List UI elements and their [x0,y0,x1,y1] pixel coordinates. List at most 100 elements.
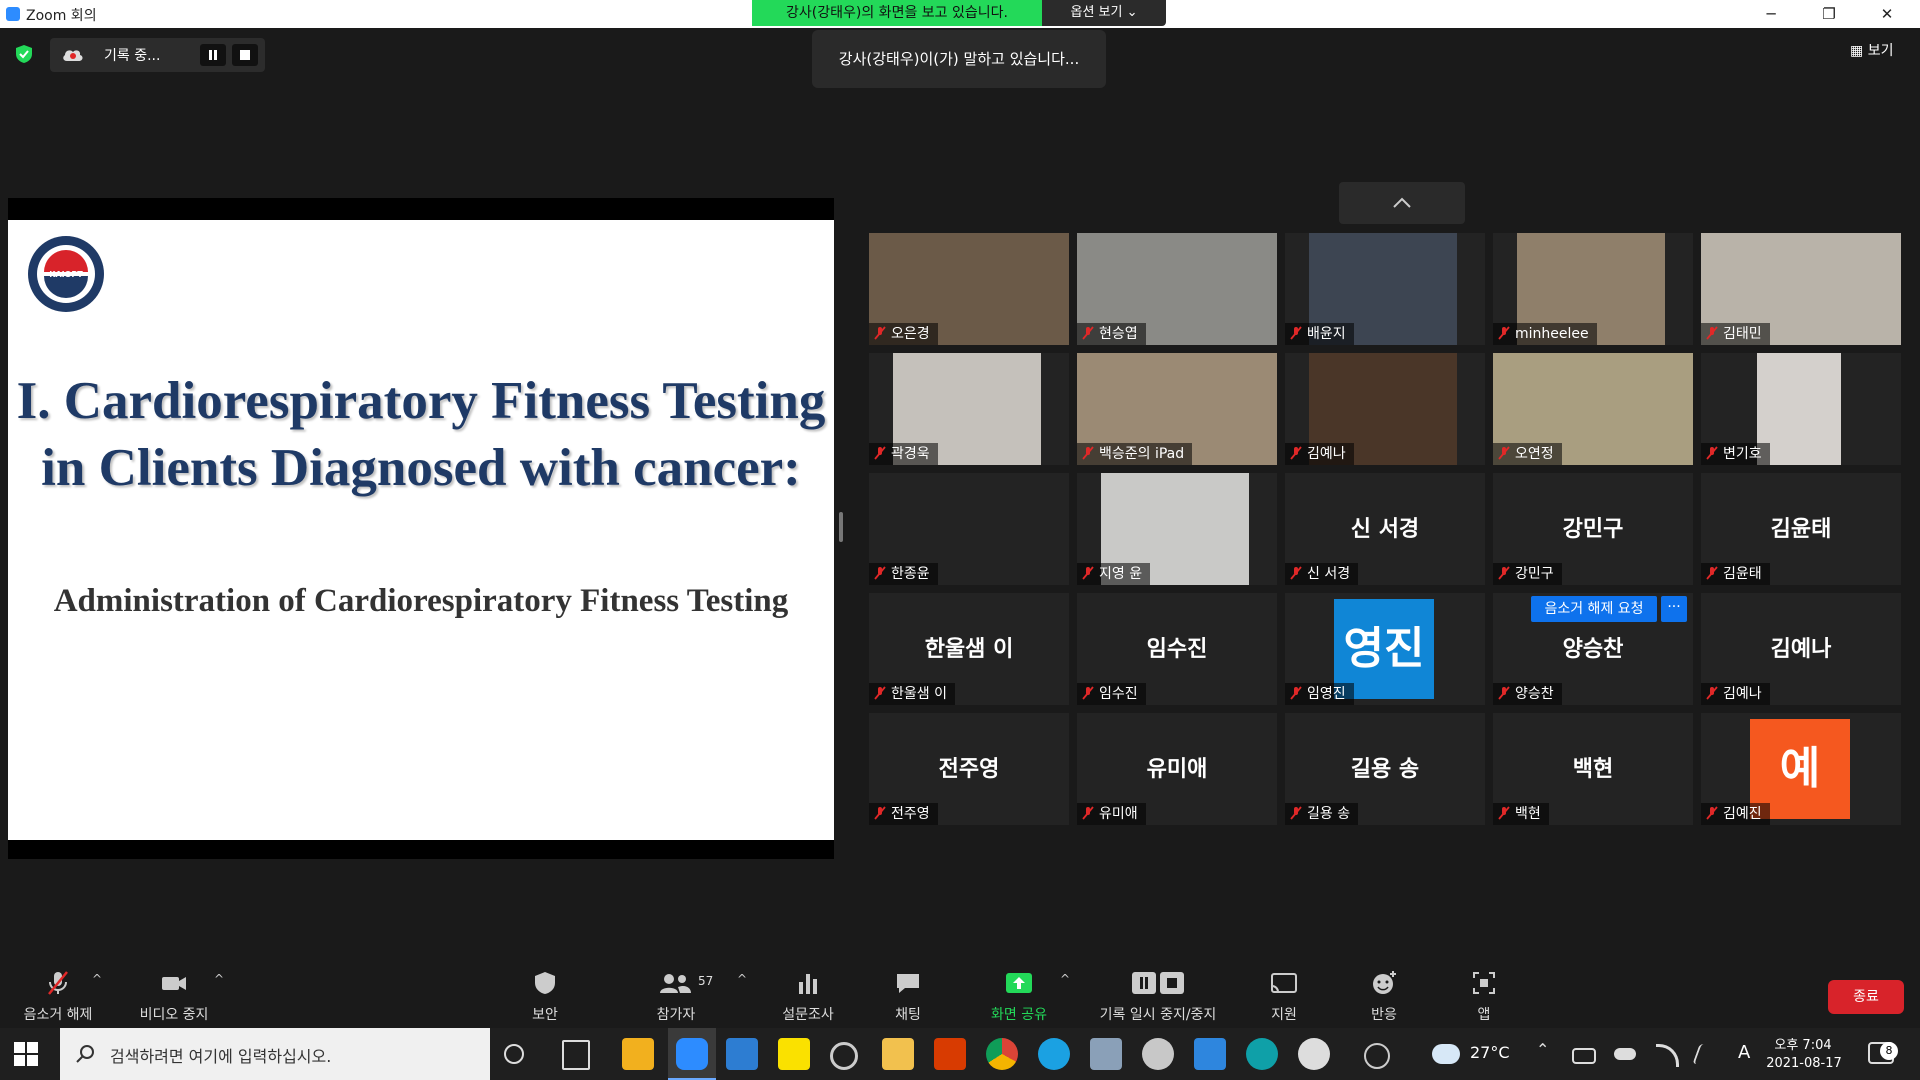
chrome-icon[interactable] [986,1038,1018,1070]
muted-mic-icon [1498,326,1510,340]
participant-tile[interactable]: 지영 윤 [1077,473,1277,585]
settings-gear-icon[interactable] [830,1042,858,1070]
participant-tile[interactable]: 김태민 [1701,233,1901,345]
weather-cloud-icon[interactable] [1432,1044,1460,1064]
office-icon[interactable] [934,1038,966,1070]
internet-explorer-icon[interactable] [1038,1038,1070,1070]
muted-mic-icon [1498,566,1510,580]
battery-icon[interactable] [1572,1048,1596,1064]
participant-name-label: 백현 [1493,803,1549,825]
participant-tile[interactable]: 유미애 유미애 [1077,713,1277,825]
more-options-button[interactable]: ··· [1661,596,1687,622]
taskbar-search-box[interactable]: 검색하려면 여기에 입력하십시오. [60,1028,490,1080]
participant-display-name: 임수진 [1146,637,1208,662]
close-button[interactable]: ✕ [1864,0,1910,28]
kakaotalk-icon[interactable] [778,1038,810,1070]
encryption-shield-icon[interactable] [14,44,34,64]
muted-mic-icon [1290,446,1302,460]
participants-button[interactable]: 참가자 [636,960,716,1028]
participant-tile[interactable]: 길용 송 길용 송 [1285,713,1485,825]
zoom-taskbar-icon[interactable] [668,1028,716,1080]
participant-display-name: 김윤태 [1770,517,1832,542]
participant-display-name: 전주영 [938,757,1000,782]
participant-tile[interactable]: 영진 임영진 [1285,593,1485,705]
participant-tile[interactable]: 김윤태 김윤태 [1701,473,1901,585]
participant-tile[interactable]: 현승엽 [1077,233,1277,345]
people-icon[interactable] [1364,1043,1390,1069]
paint-icon[interactable] [1142,1038,1174,1070]
chat-label: 채팅 [895,1007,921,1023]
search-icon [76,1045,94,1063]
participant-tile[interactable]: 배윤지 [1285,233,1485,345]
support-button[interactable]: 지원 [1244,960,1324,1028]
stop-recording-button[interactable] [232,44,258,66]
participant-tile[interactable]: 오은경 [869,233,1069,345]
participant-display-name: 백현 [1572,757,1614,782]
clock-date[interactable]: 2021-08-17 [1766,1056,1842,1071]
input-method-indicator[interactable]: A [1738,1042,1750,1063]
onedrive-cloud-icon[interactable] [1614,1048,1636,1060]
restore-button[interactable]: ❐ [1806,0,1852,28]
participant-display-name: 길용 송 [1350,757,1420,782]
stop-video-label: 비디오 중지 [139,1007,209,1023]
app-icon-gallery[interactable] [622,1038,654,1070]
participant-tile[interactable]: 임수진 임수진 [1077,593,1277,705]
recording-indicator: 기록 중... [50,38,265,72]
ask-to-unmute-button[interactable]: 음소거 해제 요청 [1531,596,1657,622]
app-icon-k[interactable] [1194,1038,1226,1070]
view-button[interactable]: ▦ 보기 [1850,40,1893,60]
support-cast-icon [1271,973,1297,993]
participant-tile[interactable]: 예 김예진 [1701,713,1901,825]
view-splitter-handle[interactable] [839,512,843,542]
snipping-tool-icon[interactable] [1298,1038,1330,1070]
windows-start-icon[interactable] [14,1042,38,1066]
participant-tile[interactable]: 신 서경 신 서경 [1285,473,1485,585]
apps-button[interactable]: 앱 [1444,960,1524,1028]
participant-tile[interactable]: 변기호 [1701,353,1901,465]
participant-tile[interactable]: 오연정 [1493,353,1693,465]
gallery-previous-page-button[interactable] [1339,182,1465,224]
cortana-icon[interactable] [504,1044,524,1064]
camera-icon[interactable] [1090,1038,1122,1070]
apps-label: 앱 [1477,1007,1491,1023]
pen-icon[interactable] [1692,1044,1722,1064]
participant-name: 임영진 [1307,686,1346,702]
weather-temperature[interactable]: 27°C [1470,1043,1510,1062]
minimize-button[interactable]: ─ [1748,0,1794,28]
participant-tile[interactable]: 백승준의 iPad [1077,353,1277,465]
muted-mic-icon [1290,326,1302,340]
participant-name: 변기호 [1723,446,1762,462]
participant-tile[interactable]: 한종윤 [869,473,1069,585]
wifi-icon[interactable] [1656,1044,1679,1067]
edge-icon[interactable] [1246,1038,1278,1070]
polls-button[interactable]: 설문조사 [768,960,848,1028]
participant-tile[interactable]: 한울샘 이 한울샘 이 [869,593,1069,705]
participant-tile[interactable]: 강민구 강민구 [1493,473,1693,585]
view-options-button[interactable]: 옵션 보기 ⌄ [1042,0,1166,26]
share-screen-button[interactable]: 화면 공유 [976,960,1062,1028]
reactions-button[interactable]: 반응 [1344,960,1424,1028]
clock-time[interactable]: 오후 7:04 [1768,1034,1838,1053]
tray-chevron-up-icon[interactable]: ⌃ [1536,1040,1549,1059]
end-meeting-button[interactable]: 종료 [1828,980,1904,1014]
chat-button[interactable]: 채팅 [868,960,948,1028]
security-button[interactable]: 보안 [505,960,585,1028]
muted-mic-icon [1706,806,1718,820]
task-view-icon[interactable] [562,1040,590,1070]
file-explorer-icon[interactable] [882,1038,914,1070]
participant-tile[interactable]: 곽경욱 [869,353,1069,465]
pause-stop-recording-button[interactable]: 기록 일시 중지/중지 [1082,960,1234,1028]
audio-options-caret[interactable]: ^ [92,972,102,986]
unmute-button[interactable]: 음소거 해제 [10,960,106,1028]
pause-recording-button[interactable] [200,44,226,66]
participant-tile[interactable]: minheelee [1493,233,1693,345]
share-options-caret[interactable]: ^ [1060,972,1070,986]
participant-tile[interactable]: 전주영 전주영 [869,713,1069,825]
participant-tile[interactable]: 김예나 [1285,353,1485,465]
stop-video-button[interactable]: 비디오 중지 [124,960,224,1028]
participant-tile[interactable]: 백현 백현 [1493,713,1693,825]
video-options-caret[interactable]: ^ [214,972,224,986]
participant-tile[interactable]: 김예나 김예나 [1701,593,1901,705]
calendar-icon[interactable] [726,1038,758,1070]
participants-options-caret[interactable]: ^ [737,972,747,986]
